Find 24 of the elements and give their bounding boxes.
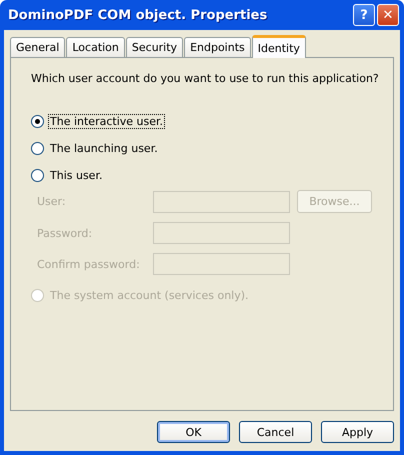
input-field[interactable] <box>153 253 290 275</box>
field-label: Password: <box>37 226 94 240</box>
field-label: User: <box>37 195 67 208</box>
field-label: Confirm password: <box>37 258 141 270</box>
tab[interactable]: Identity <box>252 35 306 58</box>
help-button[interactable]: ? <box>353 4 375 26</box>
dialog-button[interactable]: OK <box>157 421 230 443</box>
radio-button[interactable] <box>31 115 44 128</box>
tab[interactable]: Location <box>66 37 125 57</box>
window-title: DominoPDF COM object. Properties <box>8 8 268 22</box>
close-button[interactable]: ✕ <box>377 4 399 26</box>
question-text: Which user account do you want to use to run this application? <box>31 72 380 85</box>
input-field[interactable] <box>153 222 290 244</box>
radio-button[interactable] <box>31 142 44 155</box>
radio-label[interactable]: The interactive user. <box>49 115 164 128</box>
tab[interactable]: Endpoints <box>184 37 251 57</box>
radio-label[interactable]: This user. <box>49 169 104 182</box>
tab[interactable]: Security <box>126 37 184 57</box>
radio-button[interactable] <box>31 169 44 182</box>
dialog-button[interactable]: Apply <box>321 421 394 443</box>
tab[interactable]: General <box>10 37 66 57</box>
dialog-button[interactable]: Cancel <box>239 421 312 443</box>
input-field[interactable] <box>153 190 290 212</box>
radio-label[interactable]: The launching user. <box>49 142 159 155</box>
